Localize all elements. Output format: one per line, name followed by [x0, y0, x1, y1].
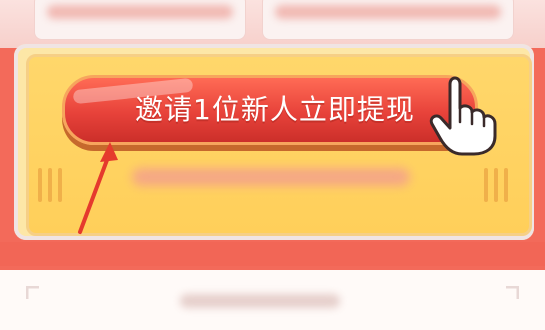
panel-decoration-left	[36, 168, 66, 202]
corner-bracket-icon	[26, 286, 39, 299]
corner-bracket-icon	[506, 286, 519, 299]
bottom-card	[0, 270, 545, 330]
invite-withdraw-label: 邀请1位新人立即提现	[135, 93, 415, 126]
pointer-hand-icon	[429, 76, 497, 156]
invite-withdraw-button[interactable]: 邀请1位新人立即提现	[62, 75, 478, 145]
panel-decoration-right	[482, 168, 512, 202]
blurred-text	[180, 294, 340, 308]
blurred-text	[47, 5, 233, 19]
top-card-right	[262, 0, 514, 40]
bottom-banner	[0, 242, 545, 266]
top-card-left	[34, 0, 246, 40]
red-arrow-annotation-icon	[78, 142, 118, 234]
blurred-subtitle	[132, 168, 410, 186]
blurred-text	[275, 5, 501, 19]
top-banner	[0, 0, 545, 48]
